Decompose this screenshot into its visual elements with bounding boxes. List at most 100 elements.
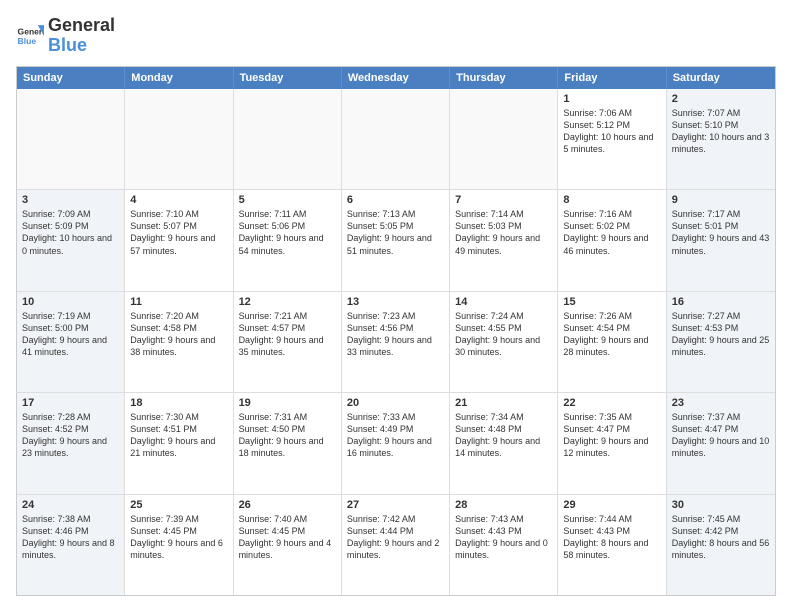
calendar-cell: 29 Sunrise: 7:44 AM Sunset: 4:43 PM Dayli… [558, 495, 666, 595]
day-info: Sunrise: 7:26 AM Sunset: 4:54 PM Dayligh… [563, 310, 660, 359]
calendar-cell: 20 Sunrise: 7:33 AM Sunset: 4:49 PM Dayli… [342, 393, 450, 493]
day-info: Sunrise: 7:45 AM Sunset: 4:42 PM Dayligh… [672, 513, 770, 562]
day-number: 14 [455, 296, 552, 308]
calendar-cell: 22 Sunrise: 7:35 AM Sunset: 4:47 PM Dayli… [558, 393, 666, 493]
calendar-row-1: 1 Sunrise: 7:06 AM Sunset: 5:12 PM Daylig… [17, 89, 775, 189]
day-number: 13 [347, 296, 444, 308]
day-info: Sunrise: 7:13 AM Sunset: 5:05 PM Dayligh… [347, 208, 444, 257]
day-info: Sunrise: 7:16 AM Sunset: 5:02 PM Dayligh… [563, 208, 660, 257]
calendar-cell: 4 Sunrise: 7:10 AM Sunset: 5:07 PM Daylig… [125, 190, 233, 290]
calendar-cell: 3 Sunrise: 7:09 AM Sunset: 5:09 PM Daylig… [17, 190, 125, 290]
header-day-monday: Monday [125, 67, 233, 89]
day-number: 20 [347, 397, 444, 409]
day-number: 18 [130, 397, 227, 409]
calendar-cell: 12Sunrise: 7:21 AM Sunset: 4:57 PM Dayli… [234, 292, 342, 392]
day-number: 23 [672, 397, 770, 409]
logo: General Blue General Blue [16, 16, 115, 56]
calendar-cell: 24 Sunrise: 7:38 AM Sunset: 4:46 PM Dayli… [17, 495, 125, 595]
calendar-cell: 2 Sunrise: 7:07 AM Sunset: 5:10 PM Daylig… [667, 89, 775, 189]
day-number: 4 [130, 194, 227, 206]
day-info: Sunrise: 7:37 AM Sunset: 4:47 PM Dayligh… [672, 411, 770, 460]
day-info: Sunrise: 7:17 AM Sunset: 5:01 PM Dayligh… [672, 208, 770, 257]
day-info: Sunrise: 7:31 AM Sunset: 4:50 PM Dayligh… [239, 411, 336, 460]
day-info: Sunrise: 7:30 AM Sunset: 4:51 PM Dayligh… [130, 411, 227, 460]
day-info: Sunrise: 7:39 AM Sunset: 4:45 PM Dayligh… [130, 513, 227, 562]
calendar-cell [17, 89, 125, 189]
calendar-cell [450, 89, 558, 189]
header-day-sunday: Sunday [17, 67, 125, 89]
day-number: 11 [130, 296, 227, 308]
day-info: Sunrise: 7:19 AM Sunset: 5:00 PM Dayligh… [22, 310, 119, 359]
day-number: 28 [455, 499, 552, 511]
day-number: 12 [239, 296, 336, 308]
calendar-cell [342, 89, 450, 189]
calendar-cell: 18 Sunrise: 7:30 AM Sunset: 4:51 PM Dayli… [125, 393, 233, 493]
calendar-row-4: 17 Sunrise: 7:28 AM Sunset: 4:52 PM Dayli… [17, 392, 775, 493]
day-info: Sunrise: 7:40 AM Sunset: 4:45 PM Dayligh… [239, 513, 336, 562]
day-info: Sunrise: 7:07 AM Sunset: 5:10 PM Dayligh… [672, 107, 770, 156]
calendar-row-3: 10 Sunrise: 7:19 AM Sunset: 5:00 PM Dayli… [17, 291, 775, 392]
day-info: Sunrise: 7:43 AM Sunset: 4:43 PM Dayligh… [455, 513, 552, 562]
day-info: Sunrise: 7:06 AM Sunset: 5:12 PM Dayligh… [563, 107, 660, 156]
calendar-cell: 25 Sunrise: 7:39 AM Sunset: 4:45 PM Dayli… [125, 495, 233, 595]
day-number: 22 [563, 397, 660, 409]
day-number: 24 [22, 499, 119, 511]
calendar-cell: 16Sunrise: 7:27 AM Sunset: 4:53 PM Dayli… [667, 292, 775, 392]
day-number: 15 [563, 296, 660, 308]
calendar-cell: 27 Sunrise: 7:42 AM Sunset: 4:44 PM Dayli… [342, 495, 450, 595]
calendar-body: 1 Sunrise: 7:06 AM Sunset: 5:12 PM Daylig… [17, 89, 775, 595]
calendar-cell: 7 Sunrise: 7:14 AM Sunset: 5:03 PM Daylig… [450, 190, 558, 290]
day-number: 2 [672, 93, 770, 105]
calendar-cell: 10 Sunrise: 7:19 AM Sunset: 5:00 PM Dayli… [17, 292, 125, 392]
day-info: Sunrise: 7:44 AM Sunset: 4:43 PM Dayligh… [563, 513, 660, 562]
day-number: 26 [239, 499, 336, 511]
day-info: Sunrise: 7:33 AM Sunset: 4:49 PM Dayligh… [347, 411, 444, 460]
day-number: 29 [563, 499, 660, 511]
calendar-cell: 1 Sunrise: 7:06 AM Sunset: 5:12 PM Daylig… [558, 89, 666, 189]
day-number: 16 [672, 296, 770, 308]
logo-text-general: General [48, 16, 115, 36]
day-info: Sunrise: 7:34 AM Sunset: 4:48 PM Dayligh… [455, 411, 552, 460]
calendar-cell: 6Sunrise: 7:13 AM Sunset: 5:05 PM Daylig… [342, 190, 450, 290]
calendar: SundayMondayTuesdayWednesdayThursdayFrid… [16, 66, 776, 596]
day-info: Sunrise: 7:35 AM Sunset: 4:47 PM Dayligh… [563, 411, 660, 460]
calendar-cell [234, 89, 342, 189]
day-number: 9 [672, 194, 770, 206]
day-info: Sunrise: 7:42 AM Sunset: 4:44 PM Dayligh… [347, 513, 444, 562]
calendar-cell: 11Sunrise: 7:20 AM Sunset: 4:58 PM Dayli… [125, 292, 233, 392]
day-info: Sunrise: 7:38 AM Sunset: 4:46 PM Dayligh… [22, 513, 119, 562]
calendar-cell: 23 Sunrise: 7:37 AM Sunset: 4:47 PM Dayli… [667, 393, 775, 493]
day-number: 19 [239, 397, 336, 409]
day-number: 21 [455, 397, 552, 409]
day-number: 7 [455, 194, 552, 206]
calendar-cell: 14 Sunrise: 7:24 AM Sunset: 4:55 PM Dayli… [450, 292, 558, 392]
header-day-tuesday: Tuesday [234, 67, 342, 89]
day-info: Sunrise: 7:28 AM Sunset: 4:52 PM Dayligh… [22, 411, 119, 460]
day-number: 17 [22, 397, 119, 409]
day-info: Sunrise: 7:24 AM Sunset: 4:55 PM Dayligh… [455, 310, 552, 359]
day-info: Sunrise: 7:10 AM Sunset: 5:07 PM Dayligh… [130, 208, 227, 257]
day-number: 27 [347, 499, 444, 511]
calendar-cell [125, 89, 233, 189]
day-info: Sunrise: 7:09 AM Sunset: 5:09 PM Dayligh… [22, 208, 119, 257]
logo-text-blue: Blue [48, 36, 115, 56]
day-number: 5 [239, 194, 336, 206]
day-number: 10 [22, 296, 119, 308]
header-day-thursday: Thursday [450, 67, 558, 89]
day-number: 1 [563, 93, 660, 105]
day-info: Sunrise: 7:23 AM Sunset: 4:56 PM Dayligh… [347, 310, 444, 359]
calendar-cell: 17 Sunrise: 7:28 AM Sunset: 4:52 PM Dayli… [17, 393, 125, 493]
calendar-cell: 21 Sunrise: 7:34 AM Sunset: 4:48 PM Dayli… [450, 393, 558, 493]
calendar-cell: 28 Sunrise: 7:43 AM Sunset: 4:43 PM Dayli… [450, 495, 558, 595]
header-day-friday: Friday [558, 67, 666, 89]
day-number: 30 [672, 499, 770, 511]
day-info: Sunrise: 7:14 AM Sunset: 5:03 PM Dayligh… [455, 208, 552, 257]
calendar-row-2: 3 Sunrise: 7:09 AM Sunset: 5:09 PM Daylig… [17, 189, 775, 290]
day-number: 8 [563, 194, 660, 206]
calendar-cell: 8 Sunrise: 7:16 AM Sunset: 5:02 PM Daylig… [558, 190, 666, 290]
day-info: Sunrise: 7:11 AM Sunset: 5:06 PM Dayligh… [239, 208, 336, 257]
day-number: 3 [22, 194, 119, 206]
day-number: 25 [130, 499, 227, 511]
calendar-cell: 15 Sunrise: 7:26 AM Sunset: 4:54 PM Dayli… [558, 292, 666, 392]
calendar-header: SundayMondayTuesdayWednesdayThursdayFrid… [17, 67, 775, 89]
